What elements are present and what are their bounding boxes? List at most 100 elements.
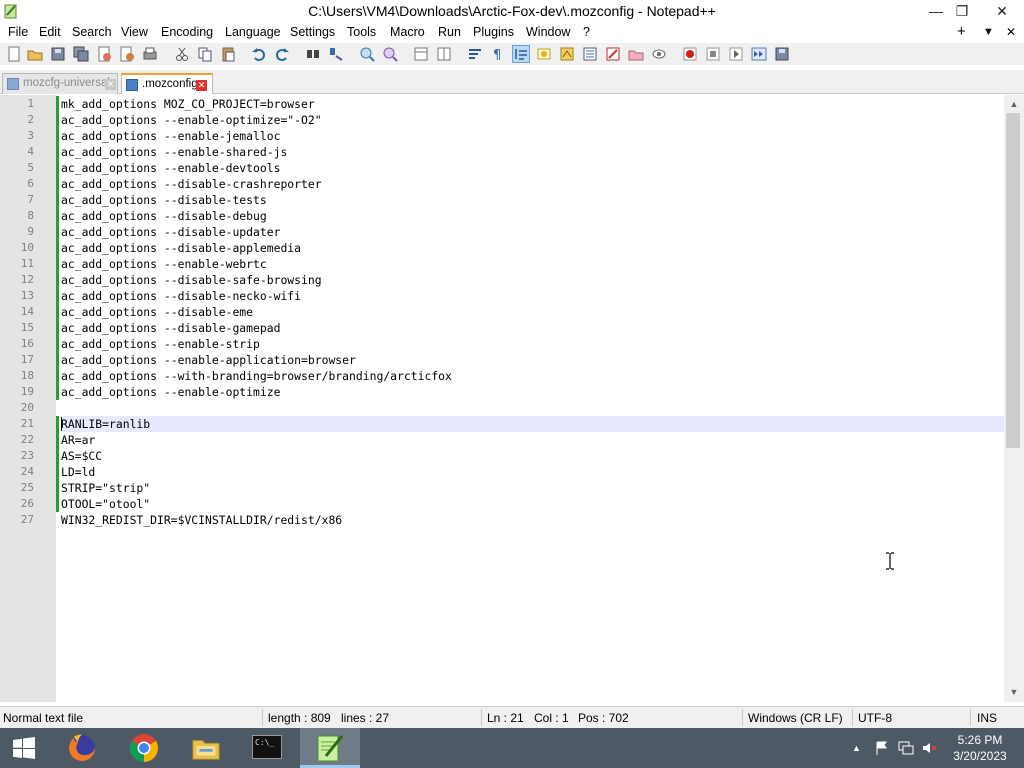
record-macro-icon[interactable] (682, 46, 698, 62)
menu-macro[interactable]: Macro (390, 25, 425, 39)
tab-list-dropdown-icon[interactable]: ▼ (983, 26, 994, 38)
line-number: 17 (20, 353, 34, 366)
code-line[interactable]: AR=ar (61, 433, 95, 447)
menu-encoding[interactable]: Encoding (161, 25, 213, 39)
new-file-icon[interactable] (6, 46, 22, 62)
code-line[interactable]: ac_add_options --disable-eme (61, 305, 253, 319)
replace-icon[interactable] (328, 46, 344, 62)
menu-tools[interactable]: Tools (347, 25, 376, 39)
code-line[interactable]: ac_add_options --disable-tests (61, 193, 267, 207)
code-line[interactable]: ac_add_options --enable-jemalloc (61, 129, 280, 143)
save-icon[interactable] (50, 46, 66, 62)
monitoring-eye-icon[interactable] (651, 46, 667, 62)
code-line[interactable]: ac_add_options --disable-applemedia (61, 241, 301, 255)
paste-icon[interactable] (220, 46, 236, 62)
play-macro-icon[interactable] (728, 46, 744, 62)
undo-icon[interactable] (251, 46, 267, 62)
line-number: 8 (27, 209, 34, 222)
document-map-icon[interactable] (559, 46, 575, 62)
taskbar-firefox[interactable] (52, 728, 112, 768)
code-line[interactable]: ac_add_options --disable-necko-wifi (61, 289, 301, 303)
restore-button[interactable]: ❐ (947, 0, 977, 23)
copy-icon[interactable] (197, 46, 213, 62)
show-all-characters-icon[interactable]: ¶ (490, 46, 506, 62)
code-line[interactable]: LD=ld (61, 465, 95, 479)
menu-language[interactable]: Language (225, 25, 281, 39)
code-line[interactable]: ac_add_options --disable-gamepad (61, 321, 280, 335)
close-document-icon[interactable]: ✕ (1006, 25, 1016, 39)
code-line[interactable]: ac_add_options --disable-crashreporter (61, 177, 322, 191)
change-history-marker (56, 496, 59, 512)
encoding-label[interactable]: UTF-8 (858, 711, 892, 725)
tab-close-icon[interactable]: ✕ (105, 79, 116, 90)
scroll-up-arrow-icon[interactable]: ▲ (1004, 96, 1024, 113)
action-center-flag-icon[interactable] (874, 740, 890, 756)
taskbar-notepad-plus-plus[interactable] (300, 728, 360, 768)
network-icon[interactable] (898, 740, 914, 756)
menu-plugins[interactable]: Plugins (473, 25, 514, 39)
code-line[interactable]: RANLIB=ranlib (61, 417, 150, 431)
start-button[interactable] (0, 728, 48, 768)
code-line[interactable]: STRIP="strip" (61, 481, 150, 495)
save-all-icon[interactable] (73, 46, 89, 62)
menu-file[interactable]: File (8, 25, 28, 39)
eol-format-label[interactable]: Windows (CR LF) (748, 711, 843, 725)
code-line[interactable]: ac_add_options --enable-shared-js (61, 145, 287, 159)
close-all-icon[interactable] (119, 46, 135, 62)
code-line[interactable]: ac_add_options --enable-webrtc (61, 257, 267, 271)
code-line[interactable]: ac_add_options --enable-devtools (61, 161, 280, 175)
new-tab-plus-icon[interactable]: + (957, 23, 966, 40)
run-macro-multiple-icon[interactable] (751, 46, 767, 62)
indent-guide-icon[interactable] (512, 45, 530, 63)
user-defined-language-icon[interactable] (536, 46, 552, 62)
code-line[interactable]: ac_add_options --enable-strip (61, 337, 260, 351)
code-line[interactable]: ac_add_options --with-branding=browser/b… (61, 369, 452, 383)
line-number: 11 (20, 257, 34, 270)
close-file-icon[interactable] (96, 46, 112, 62)
tab-mozcfg-universal[interactable]: mozcfg-universal ✕ (2, 73, 118, 94)
code-line[interactable]: WIN32_REDIST_DIR=$VCINSTALLDIR/redist/x8… (61, 513, 342, 527)
scroll-down-arrow-icon[interactable]: ▼ (1004, 684, 1024, 701)
volume-muted-icon[interactable] (921, 740, 937, 756)
system-clock[interactable]: 5:26 PM 3/20/2023 (940, 732, 1020, 764)
sync-vertical-icon[interactable] (413, 46, 429, 62)
function-list-icon[interactable] (582, 46, 598, 62)
close-button[interactable]: ✕ (987, 0, 1017, 23)
code-line[interactable]: mk_add_options MOZ_CO_PROJECT=browser (61, 97, 315, 111)
zoom-out-icon[interactable] (382, 46, 398, 62)
code-line[interactable]: AS=$CC (61, 449, 102, 463)
code-line[interactable]: ac_add_options --disable-updater (61, 225, 280, 239)
find-icon[interactable] (305, 46, 321, 62)
redo-icon[interactable] (274, 46, 290, 62)
menu-help[interactable]: ? (583, 25, 590, 39)
menu-run[interactable]: Run (438, 25, 461, 39)
code-line[interactable]: ac_add_options --enable-optimize="-O2" (61, 113, 322, 127)
taskbar-file-explorer[interactable] (176, 728, 236, 768)
menu-window[interactable]: Window (526, 25, 570, 39)
code-line[interactable]: ac_add_options --enable-application=brow… (61, 353, 356, 367)
menu-edit[interactable]: Edit (39, 25, 61, 39)
code-line[interactable]: OTOOL="otool" (61, 497, 150, 511)
taskbar-command-prompt[interactable]: C:\_ (238, 728, 298, 768)
show-hidden-icons-chevron-icon[interactable]: ▲ (852, 743, 861, 753)
folder-icon[interactable] (628, 46, 644, 62)
menu-settings[interactable]: Settings (290, 25, 335, 39)
open-file-icon[interactable] (27, 46, 43, 62)
word-wrap-icon[interactable] (467, 46, 483, 62)
cut-icon[interactable] (174, 46, 190, 62)
scrollbar-thumb[interactable] (1006, 113, 1020, 448)
save-macro-icon[interactable] (774, 46, 790, 62)
sync-horizontal-icon[interactable] (436, 46, 452, 62)
code-line[interactable]: ac_add_options --enable-optimize (61, 385, 280, 399)
folder-as-workspace-icon[interactable] (605, 46, 621, 62)
menu-view[interactable]: View (121, 25, 148, 39)
print-icon[interactable] (142, 46, 158, 62)
code-line[interactable]: ac_add_options --disable-safe-browsing (61, 273, 322, 287)
taskbar-chrome[interactable] (114, 728, 174, 768)
menu-search[interactable]: Search (72, 25, 112, 39)
tab-close-icon[interactable]: ✕ (196, 80, 207, 91)
zoom-in-icon[interactable] (359, 46, 375, 62)
stop-macro-icon[interactable] (705, 46, 721, 62)
tab-mozconfig[interactable]: .mozconfig ✕ (121, 73, 213, 94)
code-line[interactable]: ac_add_options --disable-debug (61, 209, 267, 223)
